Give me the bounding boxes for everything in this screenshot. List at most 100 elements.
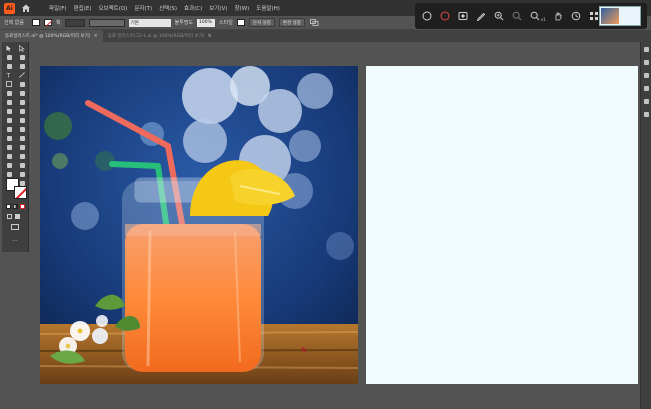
opacity-label: 불투명도	[174, 20, 194, 26]
pencil-icon[interactable]	[3, 89, 15, 97]
zoom-reset-icon[interactable]	[529, 11, 540, 22]
rectangle-tool-icon[interactable]	[3, 80, 15, 88]
draw-mode-buttons	[7, 214, 20, 219]
recording-overlay-panel: x1	[415, 3, 647, 29]
tab-label: 동료 일러스트(그)-1.ai @ 100%(RGB/미리 보기)	[107, 34, 205, 39]
hand-tool-icon[interactable]	[16, 170, 28, 178]
placed-image-lemonade[interactable]	[40, 66, 358, 384]
zoom-out-icon[interactable]	[511, 11, 522, 22]
properties-panel-icon[interactable]	[642, 45, 650, 53]
svg-text:T: T	[6, 73, 11, 79]
tools-panel: T ···	[2, 42, 29, 252]
direct-selection-tool-icon[interactable]	[16, 44, 28, 52]
draw-behind-icon[interactable]	[15, 214, 20, 219]
artboard-tool-icon[interactable]	[16, 161, 28, 169]
swatches-panel-icon[interactable]	[642, 84, 650, 92]
circle-icon[interactable]	[421, 11, 432, 22]
line-tool-icon[interactable]	[16, 71, 28, 79]
variable-width-field[interactable]	[88, 18, 125, 27]
live-paint-icon[interactable]	[16, 125, 28, 133]
preferences-button[interactable]: 환경 설정	[278, 18, 305, 27]
menu-items: 파일(F) 편집(E) 오브젝트(O) 문자(T) 선택(S) 효과(C) 보기…	[49, 4, 280, 12]
home-icon[interactable]	[21, 3, 31, 13]
none-button[interactable]	[20, 204, 25, 209]
hand-icon[interactable]	[553, 11, 564, 22]
illustrator-window: Ai 파일(F) 편집(E) 오브젝트(O) 문자(T) 선택(S) 효과(C)…	[0, 0, 651, 409]
mouse-cursor-icon	[302, 338, 308, 353]
menu-select[interactable]: 선택(S)	[159, 4, 177, 12]
record-circle-icon[interactable]	[439, 11, 450, 22]
menu-effect[interactable]: 효과(C)	[184, 4, 202, 12]
tab-document-2[interactable]: 동료 일러스트(그)-1.ai @ 100%(RGB/미리 보기) ×	[103, 30, 217, 42]
close-icon[interactable]: ×	[207, 33, 211, 39]
menu-type[interactable]: 문자(T)	[134, 4, 152, 12]
brush-style-dropdown[interactable]: 기본	[128, 18, 171, 27]
color-mode-buttons	[6, 204, 25, 209]
width-tool-icon[interactable]	[3, 116, 15, 124]
slice-tool-icon[interactable]	[3, 170, 15, 178]
brushes-panel-icon[interactable]	[642, 97, 650, 105]
paintbrush-icon[interactable]	[16, 80, 28, 88]
stroke-color-swatch[interactable]	[14, 186, 27, 199]
document-setup-label: 문서 설정	[252, 20, 271, 26]
tab-label: 동료일러스트.ai* @ 100%(RGB/미리 보기)	[5, 34, 91, 39]
selection-tool-icon[interactable]	[3, 44, 15, 52]
canvas-area[interactable]	[30, 42, 640, 409]
draw-normal-icon[interactable]	[7, 214, 12, 219]
preferences-label: 환경 설정	[282, 20, 301, 26]
stroke-swatch[interactable]	[44, 19, 52, 26]
symbol-sprayer-icon[interactable]	[16, 152, 28, 160]
menu-help[interactable]: 도움말(H)	[256, 4, 280, 12]
arrange-icon[interactable]	[309, 17, 320, 28]
shaper-icon[interactable]	[16, 89, 28, 97]
thumbnail-image	[601, 8, 619, 24]
document-tab-bar: 동료일러스트.ai* @ 100%(RGB/미리 보기) × 동료 일러스트(그…	[0, 30, 651, 42]
gradient-button[interactable]	[13, 204, 18, 209]
layers-panel-icon[interactable]	[642, 58, 650, 66]
scale-tool-icon[interactable]	[16, 107, 28, 115]
opacity-field[interactable]: 100%	[197, 18, 216, 27]
lasso-icon[interactable]	[16, 53, 28, 61]
shape-builder-icon[interactable]	[3, 125, 15, 133]
fill-swatch[interactable]	[32, 19, 40, 26]
blend-tool-icon[interactable]	[3, 152, 15, 160]
free-transform-icon[interactable]	[16, 116, 28, 124]
document-thumbnail[interactable]	[599, 6, 641, 26]
clock-icon[interactable]	[571, 11, 582, 22]
screen-capture-icon[interactable]	[457, 11, 468, 22]
graphic-style-swatch[interactable]	[236, 19, 245, 26]
menu-object[interactable]: 오브젝트(O)	[98, 4, 127, 12]
menu-view[interactable]: 보기(V)	[209, 4, 227, 12]
magic-wand-icon[interactable]	[3, 53, 15, 61]
gradient-tool-icon[interactable]	[3, 143, 15, 151]
style-label: 기본	[130, 20, 139, 26]
screen-mode-icon[interactable]	[11, 224, 19, 230]
selection-status: 선택 없음	[4, 20, 24, 26]
type-tool-icon[interactable]: T	[3, 71, 15, 79]
scissors-icon[interactable]	[16, 98, 28, 106]
mesh-tool-icon[interactable]	[16, 134, 28, 142]
rotate-tool-icon[interactable]	[3, 107, 15, 115]
pen-tool-icon[interactable]	[3, 62, 15, 70]
control-bar: 선택 없음 획 기본 불투명도 100% 스타일 문서 설정 환경 설정	[0, 16, 415, 30]
symbols-panel-icon[interactable]	[642, 110, 650, 118]
perspective-grid-icon[interactable]	[3, 134, 15, 142]
zoom-in-icon[interactable]	[493, 11, 504, 22]
curvature-tool-icon[interactable]	[16, 62, 28, 70]
eraser-icon[interactable]	[3, 98, 15, 106]
eyedropper-icon[interactable]	[16, 143, 28, 151]
fill-stroke-control[interactable]	[6, 178, 28, 200]
column-graph-icon[interactable]	[3, 161, 15, 169]
color-button[interactable]	[6, 204, 11, 209]
close-icon[interactable]: ×	[93, 33, 97, 39]
stroke-weight-field[interactable]	[64, 18, 85, 27]
artboard[interactable]	[366, 66, 638, 384]
tab-document-1[interactable]: 동료일러스트.ai* @ 100%(RGB/미리 보기) ×	[0, 30, 103, 42]
more-tools-icon[interactable]: ···	[12, 238, 18, 245]
pen-icon[interactable]	[475, 11, 486, 22]
menu-edit[interactable]: 편집(E)	[74, 4, 92, 12]
menu-window[interactable]: 창(W)	[234, 4, 249, 12]
document-setup-button[interactable]: 문서 설정	[248, 18, 275, 27]
color-panel-icon[interactable]	[642, 71, 650, 79]
menu-file[interactable]: 파일(F)	[49, 4, 67, 12]
